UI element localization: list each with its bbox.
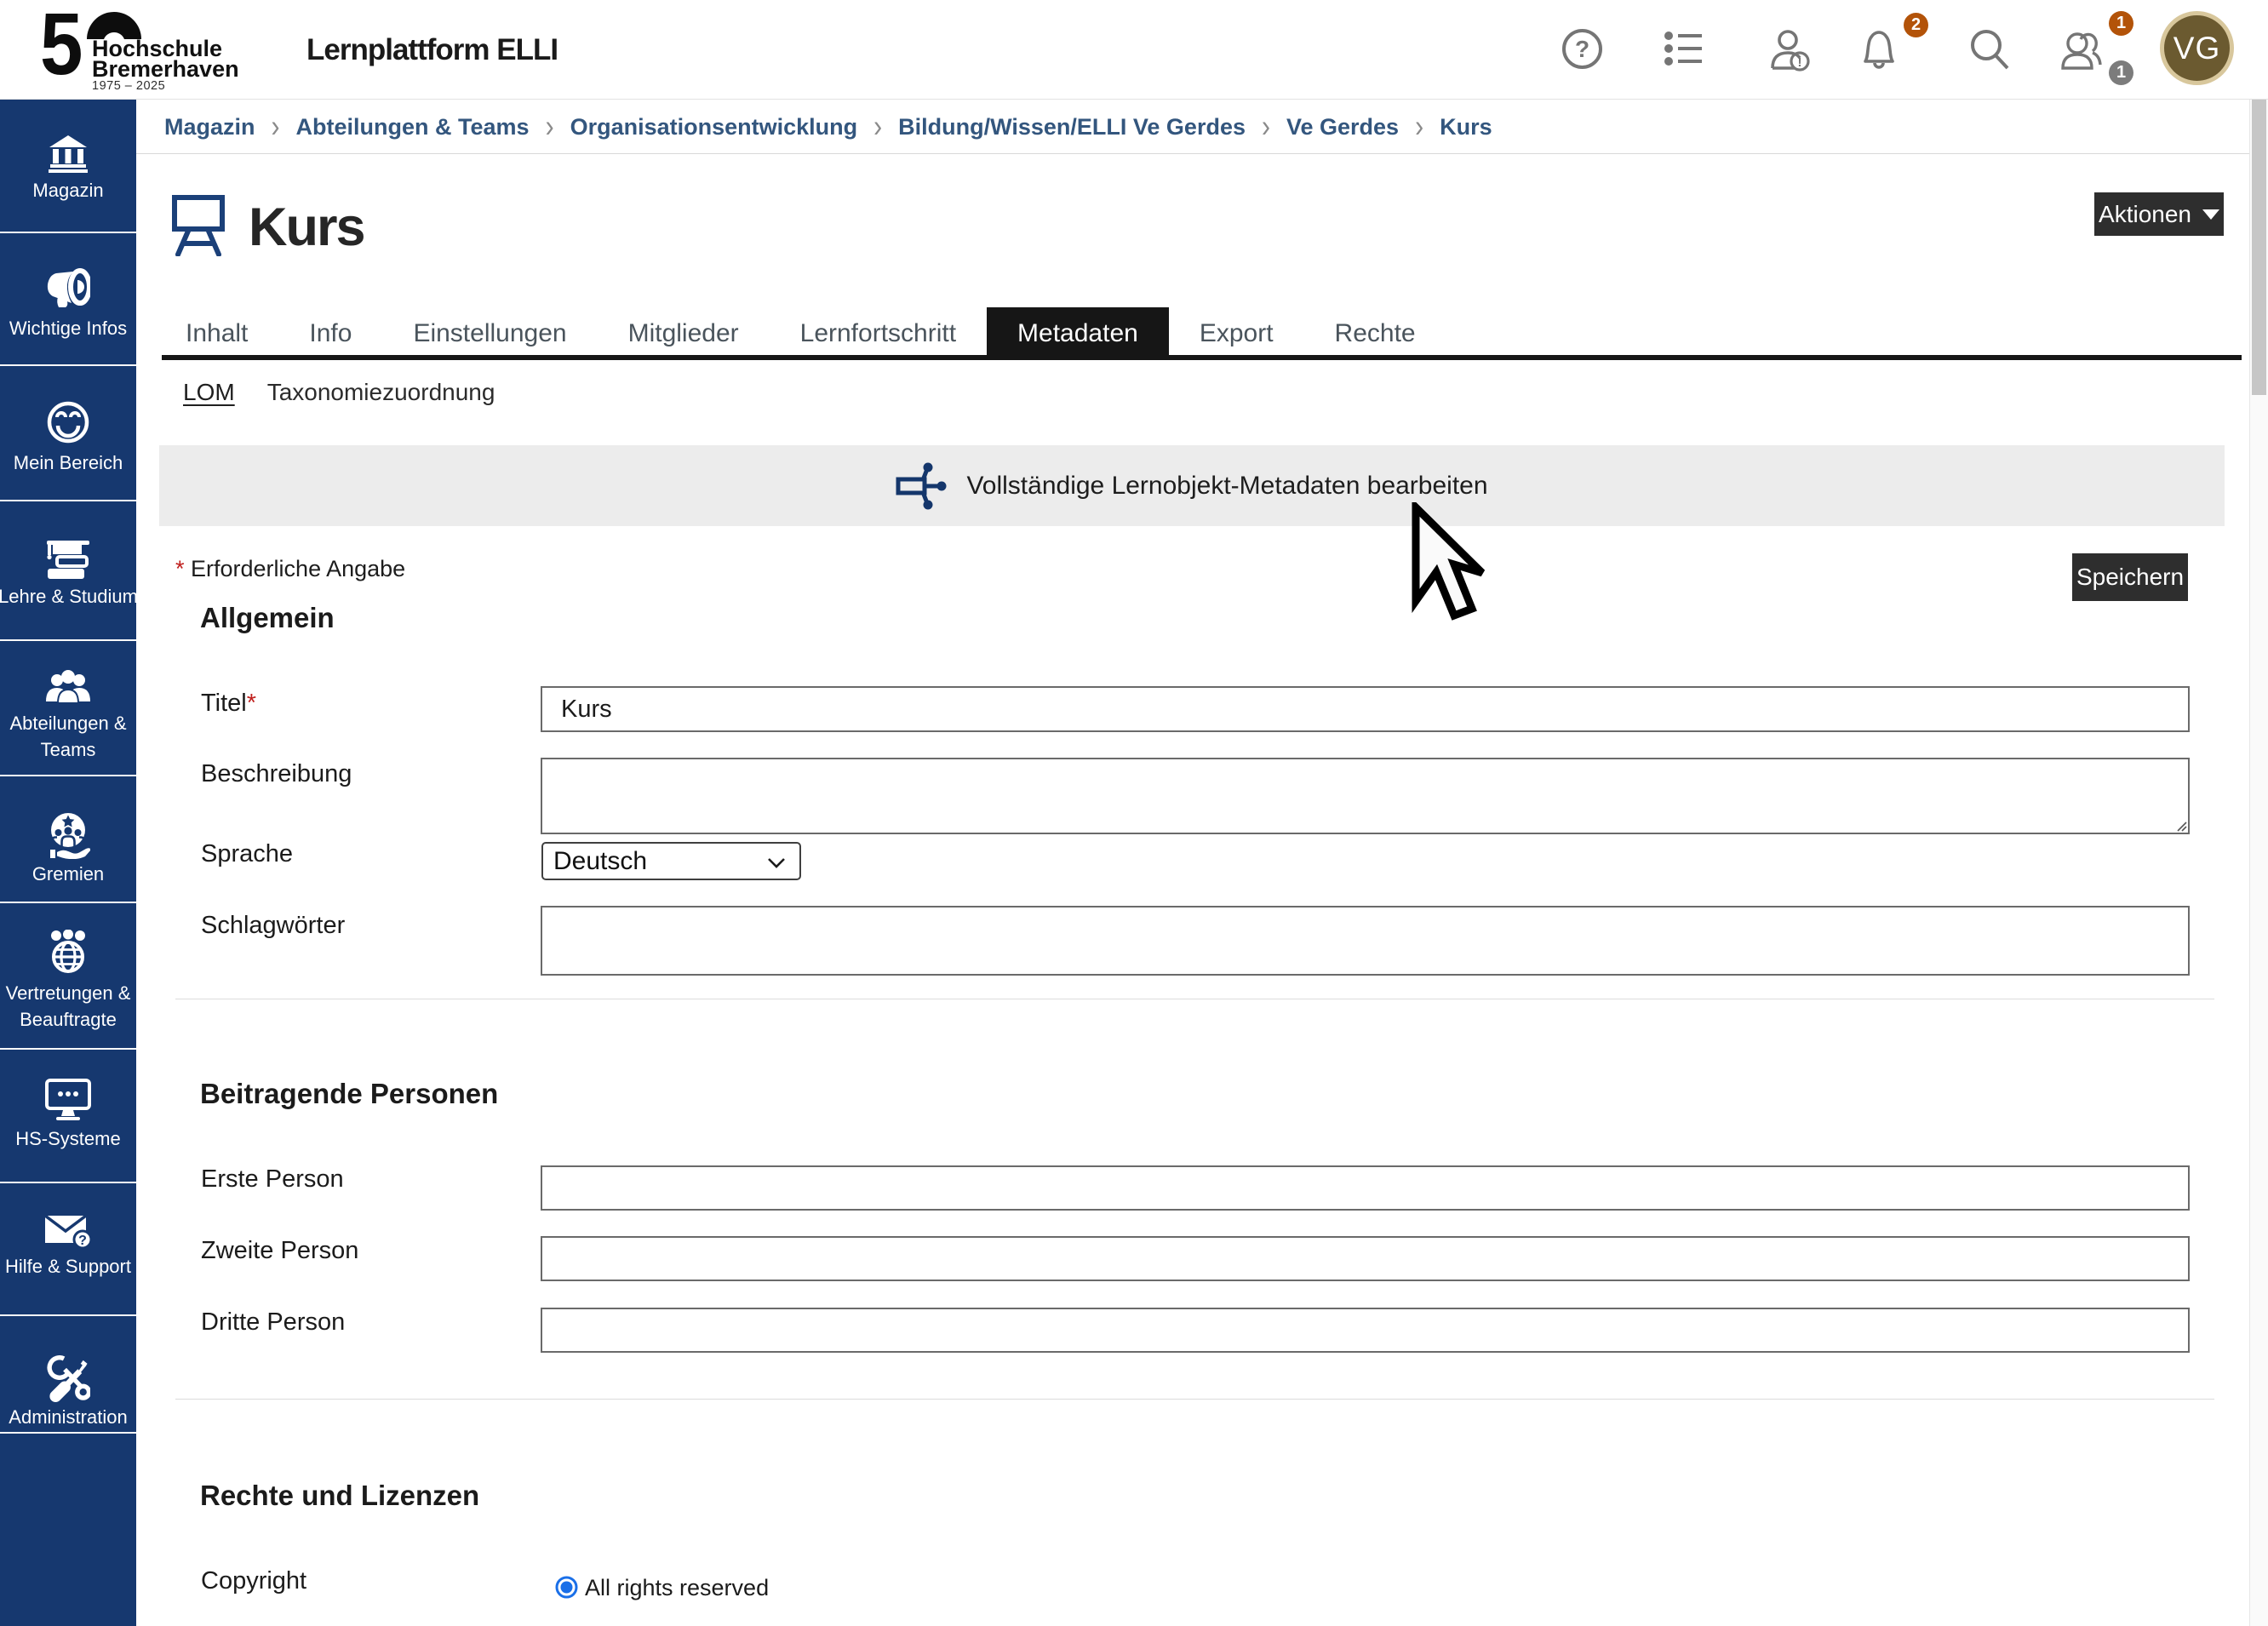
svg-text:!: ! <box>1798 55 1802 70</box>
svg-text:?: ? <box>78 1234 87 1248</box>
svg-text:?: ? <box>1575 36 1589 62</box>
